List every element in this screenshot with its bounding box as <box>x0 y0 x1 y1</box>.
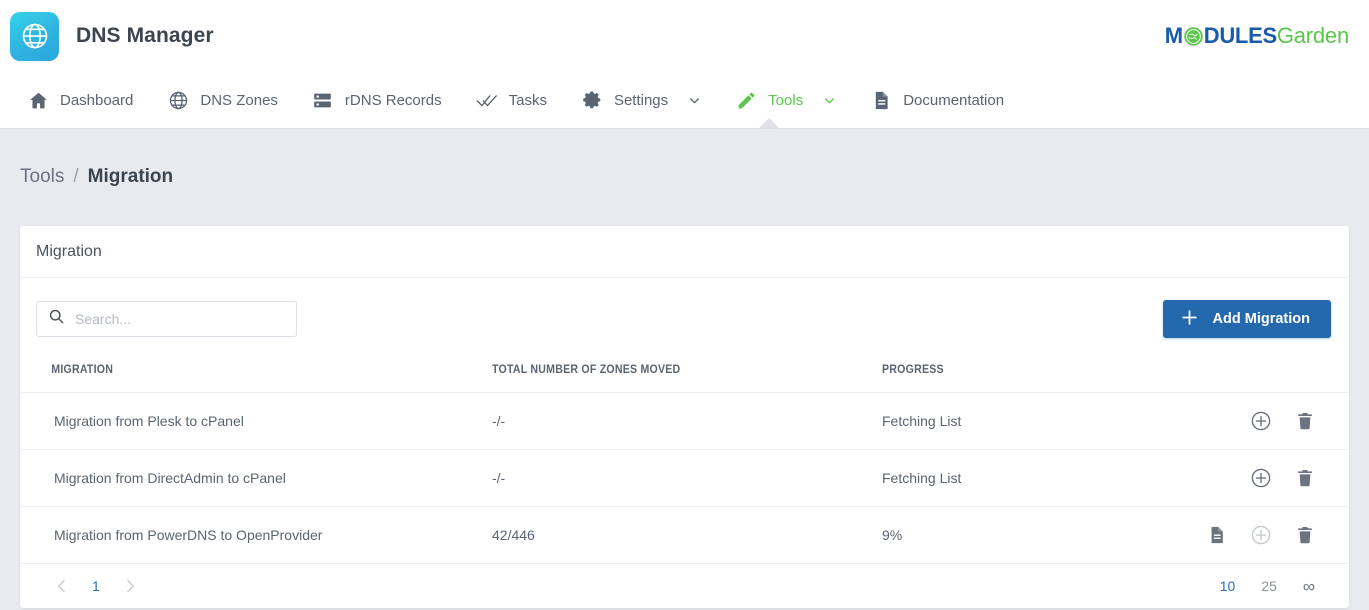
cell-migration-name: Migration from Plesk to cPanel <box>20 393 492 450</box>
column-header-zones-moved: TOTAL NUMBER OF ZONES MOVED <box>492 358 851 393</box>
pagination: 1 <box>54 578 138 594</box>
gear-icon <box>581 89 603 111</box>
migration-table: MIGRATION TOTAL NUMBER OF ZONES MOVED PR… <box>20 358 1349 563</box>
pencil-icon <box>735 90 757 111</box>
column-header-progress: PROGRESS <box>882 358 1172 393</box>
double-check-icon <box>476 89 498 112</box>
document-icon <box>870 90 892 111</box>
trash-icon[interactable] <box>1295 524 1315 546</box>
column-header-migration: MIGRATION <box>20 358 454 393</box>
vendor-logo-garden: Garden <box>1277 23 1349 49</box>
table-row: Migration from PowerDNS to OpenProvider … <box>20 507 1349 564</box>
breadcrumb-separator: / <box>73 166 78 188</box>
nav-item-label: DNS Zones <box>200 92 278 109</box>
nav-item-dns-zones[interactable]: DNS Zones <box>150 72 295 129</box>
cell-actions <box>1197 507 1349 564</box>
breadcrumb-root[interactable]: Tools <box>20 166 64 188</box>
breadcrumb-current: Migration <box>88 166 174 188</box>
page-size-10[interactable]: 10 <box>1220 578 1236 594</box>
card-title: Migration <box>36 243 1333 261</box>
add-migration-label: Add Migration <box>1213 311 1310 327</box>
vendor-logo-dules: DULES <box>1204 23 1277 49</box>
nav-item-dashboard[interactable]: Dashboard <box>10 72 150 129</box>
cell-migration-name: Migration from PowerDNS to OpenProvider <box>20 507 492 564</box>
active-nav-indicator <box>758 118 780 129</box>
nav-item-label: Settings <box>614 92 668 109</box>
nav-item-rdns-records[interactable]: rDNS Records <box>295 72 459 129</box>
table-header-row: MIGRATION TOTAL NUMBER OF ZONES MOVED PR… <box>20 358 1349 393</box>
vendor-logo-m: M <box>1165 23 1183 49</box>
chevron-down-icon[interactable] <box>688 94 701 107</box>
nav-item-label: Tasks <box>509 92 547 109</box>
brand: DNS Manager <box>10 12 214 61</box>
table-header: MIGRATION TOTAL NUMBER OF ZONES MOVED PR… <box>20 358 1349 393</box>
row-actions <box>1197 524 1349 546</box>
column-header-actions <box>1197 358 1337 393</box>
cell-actions <box>1197 393 1349 450</box>
search-icon <box>48 308 65 330</box>
cell-actions <box>1197 450 1349 507</box>
server-icon <box>312 90 334 111</box>
search-input[interactable] <box>75 311 285 327</box>
globe-icon <box>10 12 59 61</box>
globe-icon <box>167 90 189 111</box>
nav-item-label: rDNS Records <box>345 92 442 109</box>
vendor-logo-modules: M DULES <box>1165 23 1277 49</box>
page-size-all[interactable]: ∞ <box>1303 578 1315 595</box>
main-navigation: Dashboard DNS Zones rDNS Records <box>0 72 1369 129</box>
cell-progress: Fetching List <box>882 393 1197 450</box>
card-toolbar: Add Migration <box>20 278 1349 358</box>
plus-icon <box>1180 308 1199 331</box>
nav-item-label: Tools <box>768 92 803 109</box>
page-number-1[interactable]: 1 <box>88 578 104 594</box>
row-actions <box>1197 467 1349 489</box>
page-size-25[interactable]: 25 <box>1261 578 1277 594</box>
nav-item-tasks[interactable]: Tasks <box>459 72 564 129</box>
nav-item-label: Dashboard <box>60 92 133 109</box>
breadcrumb: Tools / Migration <box>0 129 1369 188</box>
pagination-bar: 1 10 25 ∞ <box>20 563 1349 608</box>
table-body: Migration from Plesk to cPanel -/- Fetch… <box>20 393 1349 564</box>
cell-migration-name: Migration from DirectAdmin to cPanel <box>20 450 492 507</box>
migration-card: Migration Add Migration <box>20 226 1349 608</box>
cell-progress: 9% <box>882 507 1197 564</box>
circle-plus-icon[interactable] <box>1250 410 1272 432</box>
table-row: Migration from Plesk to cPanel -/- Fetch… <box>20 393 1349 450</box>
card-header: Migration <box>20 226 1349 278</box>
page-title: DNS Manager <box>76 24 214 48</box>
trash-icon[interactable] <box>1295 410 1315 432</box>
table-row: Migration from DirectAdmin to cPanel -/-… <box>20 450 1349 507</box>
cell-zones-moved: 42/446 <box>492 507 882 564</box>
trash-icon[interactable] <box>1295 467 1315 489</box>
document-icon[interactable] <box>1207 524 1227 546</box>
add-migration-button[interactable]: Add Migration <box>1163 300 1331 338</box>
chevron-down-icon[interactable] <box>823 94 836 107</box>
page-size-selector: 10 25 ∞ <box>1220 578 1315 595</box>
nav-item-settings[interactable]: Settings <box>564 72 718 129</box>
search-box[interactable] <box>36 301 297 337</box>
row-actions <box>1197 410 1349 432</box>
circle-plus-icon[interactable] <box>1250 467 1272 489</box>
vendor-logo: M DULES Garden <box>1165 23 1349 49</box>
chevron-right-icon[interactable] <box>122 578 138 594</box>
circle-plus-icon <box>1250 524 1272 546</box>
app-header: DNS Manager M DULES Garden <box>0 0 1369 72</box>
nav-item-tools[interactable]: Tools <box>718 72 853 129</box>
home-icon <box>27 90 49 111</box>
cell-progress: Fetching List <box>882 450 1197 507</box>
cell-zones-moved: -/- <box>492 450 882 507</box>
cell-zones-moved: -/- <box>492 393 882 450</box>
chevron-left-icon[interactable] <box>54 578 70 594</box>
nav-item-label: Documentation <box>903 92 1004 109</box>
nav-item-documentation[interactable]: Documentation <box>853 72 1021 129</box>
globe-o-icon <box>1184 27 1203 46</box>
